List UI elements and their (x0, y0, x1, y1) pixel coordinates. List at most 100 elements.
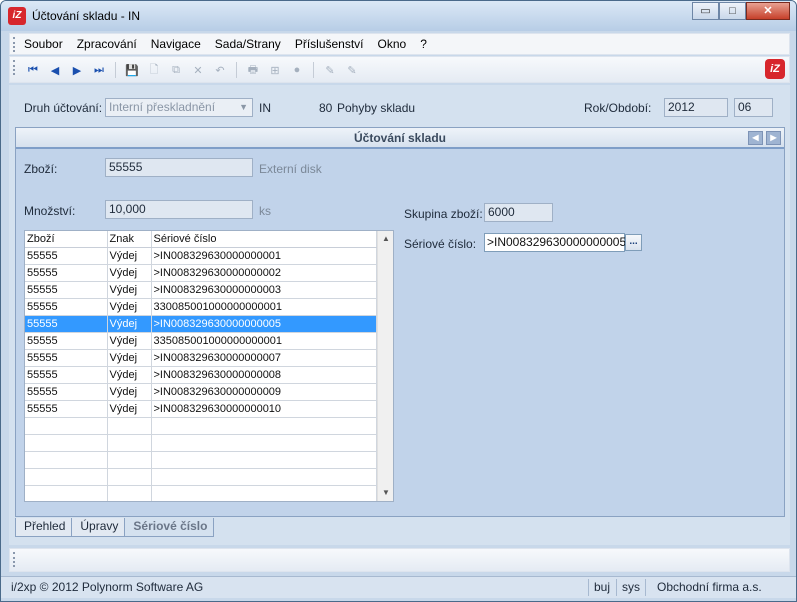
empty-cell[interactable] (151, 485, 377, 501)
cell-zbozi[interactable]: 55555 (25, 281, 108, 299)
toolbar-grip-icon[interactable] (13, 60, 16, 75)
cell-zbozi[interactable]: 55555 (25, 332, 108, 350)
cell-seriove-cislo[interactable]: >IN008329630000000009 (151, 383, 377, 401)
panel-next-arrow-icon[interactable]: ▶ (766, 131, 781, 145)
empty-cell[interactable] (25, 434, 108, 452)
menu-navigace[interactable]: Navigace (151, 37, 201, 51)
empty-cell[interactable] (107, 434, 152, 452)
empty-table-row[interactable] (25, 485, 377, 501)
first-record-icon[interactable]: ⏮ (24, 62, 42, 78)
table-row[interactable]: 55555 Výdej >IN008329630000000003 (25, 281, 377, 299)
cell-znak[interactable]: Výdej (107, 400, 152, 418)
tab-upravy[interactable]: Úpravy (71, 518, 126, 537)
chevron-down-icon[interactable]: ▼ (239, 99, 248, 116)
table-row[interactable]: 55555 Výdej >IN008329630000000005 (25, 315, 377, 333)
empty-table-row[interactable] (25, 451, 377, 469)
empty-cell[interactable] (25, 485, 108, 501)
grid-scrollbar[interactable]: ▲ ▼ (377, 231, 393, 501)
disabled-circle-icon[interactable]: ● (288, 62, 306, 78)
cell-zbozi[interactable]: 55555 (25, 315, 108, 333)
menu-prislusenstvi[interactable]: Příslušenství (295, 37, 364, 51)
empty-cell[interactable] (107, 451, 152, 469)
delete-icon[interactable]: ✕ (189, 62, 207, 78)
column-header-seriove-cislo[interactable]: Sériové číslo (151, 231, 377, 248)
cell-seriove-cislo[interactable]: >IN008329630000000001 (151, 247, 377, 265)
cell-znak[interactable]: Výdej (107, 349, 152, 367)
scroll-down-icon[interactable]: ▼ (378, 485, 393, 501)
cell-seriove-cislo[interactable]: >IN008329630000000007 (151, 349, 377, 367)
seriove-cislo-input[interactable]: >IN008329630000000005 (484, 233, 626, 252)
empty-cell[interactable] (107, 485, 152, 501)
empty-cell[interactable] (151, 434, 377, 452)
menu-help[interactable]: ? (420, 37, 427, 51)
copy-icon[interactable]: ⧉ (167, 62, 185, 78)
tab-prehled[interactable]: Přehled (15, 518, 73, 537)
empty-table-row[interactable] (25, 417, 377, 435)
table-row[interactable]: 55555 Výdej >IN008329630000000001 (25, 247, 377, 265)
empty-cell[interactable] (25, 417, 108, 435)
empty-table-row[interactable] (25, 434, 377, 452)
rok-field[interactable]: 2012 (664, 98, 728, 117)
cell-znak[interactable]: Výdej (107, 281, 152, 299)
table-row[interactable]: 55555 Výdej >IN008329630000000010 (25, 400, 377, 418)
table-row[interactable]: 55555 Výdej >IN008329630000000008 (25, 366, 377, 384)
next-record-icon[interactable]: ▶ (68, 62, 86, 78)
empty-cell[interactable] (151, 468, 377, 486)
obdobi-field[interactable]: 06 (734, 98, 773, 117)
empty-cell[interactable] (107, 417, 152, 435)
menu-okno[interactable]: Okno (378, 37, 407, 51)
cell-zbozi[interactable]: 55555 (25, 383, 108, 401)
tab-seriove-cislo[interactable]: Sériové číslo (124, 518, 215, 537)
cell-znak[interactable]: Výdej (107, 298, 152, 316)
empty-cell[interactable] (107, 468, 152, 486)
table-row[interactable]: 55555 Výdej 335085001000000000001 (25, 332, 377, 350)
cell-seriove-cislo[interactable]: >IN008329630000000002 (151, 264, 377, 282)
cell-zbozi[interactable]: 55555 (25, 298, 108, 316)
cell-zbozi[interactable]: 55555 (25, 247, 108, 265)
cell-seriove-cislo[interactable]: >IN008329630000000003 (151, 281, 377, 299)
menu-zpracovani[interactable]: Zpracování (77, 37, 137, 51)
menu-sada-strany[interactable]: Sada/Strany (215, 37, 281, 51)
cell-znak[interactable]: Výdej (107, 247, 152, 265)
app-logo-icon[interactable]: iZ (8, 7, 26, 25)
empty-cell[interactable] (151, 417, 377, 435)
cell-zbozi[interactable]: 55555 (25, 400, 108, 418)
cell-seriove-cislo[interactable]: 335085001000000000001 (151, 332, 377, 350)
menu-soubor[interactable]: Soubor (24, 37, 63, 51)
empty-cell[interactable] (25, 451, 108, 469)
column-header-znak[interactable]: Znak (107, 231, 152, 248)
table-row[interactable]: 55555 Výdej >IN008329630000000009 (25, 383, 377, 401)
scroll-up-icon[interactable]: ▲ (378, 231, 393, 247)
cell-seriove-cislo[interactable]: 330085001000000000001 (151, 298, 377, 316)
table-row[interactable]: 55555 Výdej >IN008329630000000007 (25, 349, 377, 367)
menu-grip-icon[interactable] (13, 37, 16, 52)
edit-icon[interactable]: ✎ (321, 62, 339, 78)
empty-table-row[interactable] (25, 468, 377, 486)
cell-znak[interactable]: Výdej (107, 383, 152, 401)
table-row[interactable]: 55555 Výdej 330085001000000000001 (25, 298, 377, 316)
druh-uctovani-select[interactable]: Interní přeskladnění ▼ (105, 98, 253, 117)
cell-zbozi[interactable]: 55555 (25, 366, 108, 384)
mnozstvi-field[interactable]: 10,000 (105, 200, 253, 219)
cell-seriove-cislo[interactable]: >IN008329630000000008 (151, 366, 377, 384)
skupina-zbozi-field[interactable]: 6000 (484, 203, 553, 222)
column-header-zbozi[interactable]: Zboží (25, 231, 108, 248)
new-record-icon[interactable]: 🗋 (145, 62, 163, 78)
cell-znak[interactable]: Výdej (107, 315, 152, 333)
cell-znak[interactable]: Výdej (107, 264, 152, 282)
empty-cell[interactable] (25, 468, 108, 486)
empty-cell[interactable] (151, 451, 377, 469)
table-row[interactable]: 55555 Výdej >IN008329630000000002 (25, 264, 377, 282)
seriove-cislo-lookup-button[interactable]: ... (625, 234, 642, 251)
cell-zbozi[interactable]: 55555 (25, 349, 108, 367)
close-button[interactable]: ✕ (746, 2, 790, 20)
cell-seriove-cislo[interactable]: >IN008329630000000010 (151, 400, 377, 418)
cell-zbozi[interactable]: 55555 (25, 264, 108, 282)
zbozi-field[interactable]: 55555 (105, 158, 253, 177)
previous-record-icon[interactable]: ◀ (46, 62, 64, 78)
cell-seriove-cislo[interactable]: >IN008329630000000005 (151, 315, 377, 333)
last-record-icon[interactable]: ⏭ (90, 62, 108, 78)
undo-icon[interactable]: ↶ (211, 62, 229, 78)
minimize-button[interactable]: ▭ (692, 2, 719, 20)
cell-znak[interactable]: Výdej (107, 332, 152, 350)
